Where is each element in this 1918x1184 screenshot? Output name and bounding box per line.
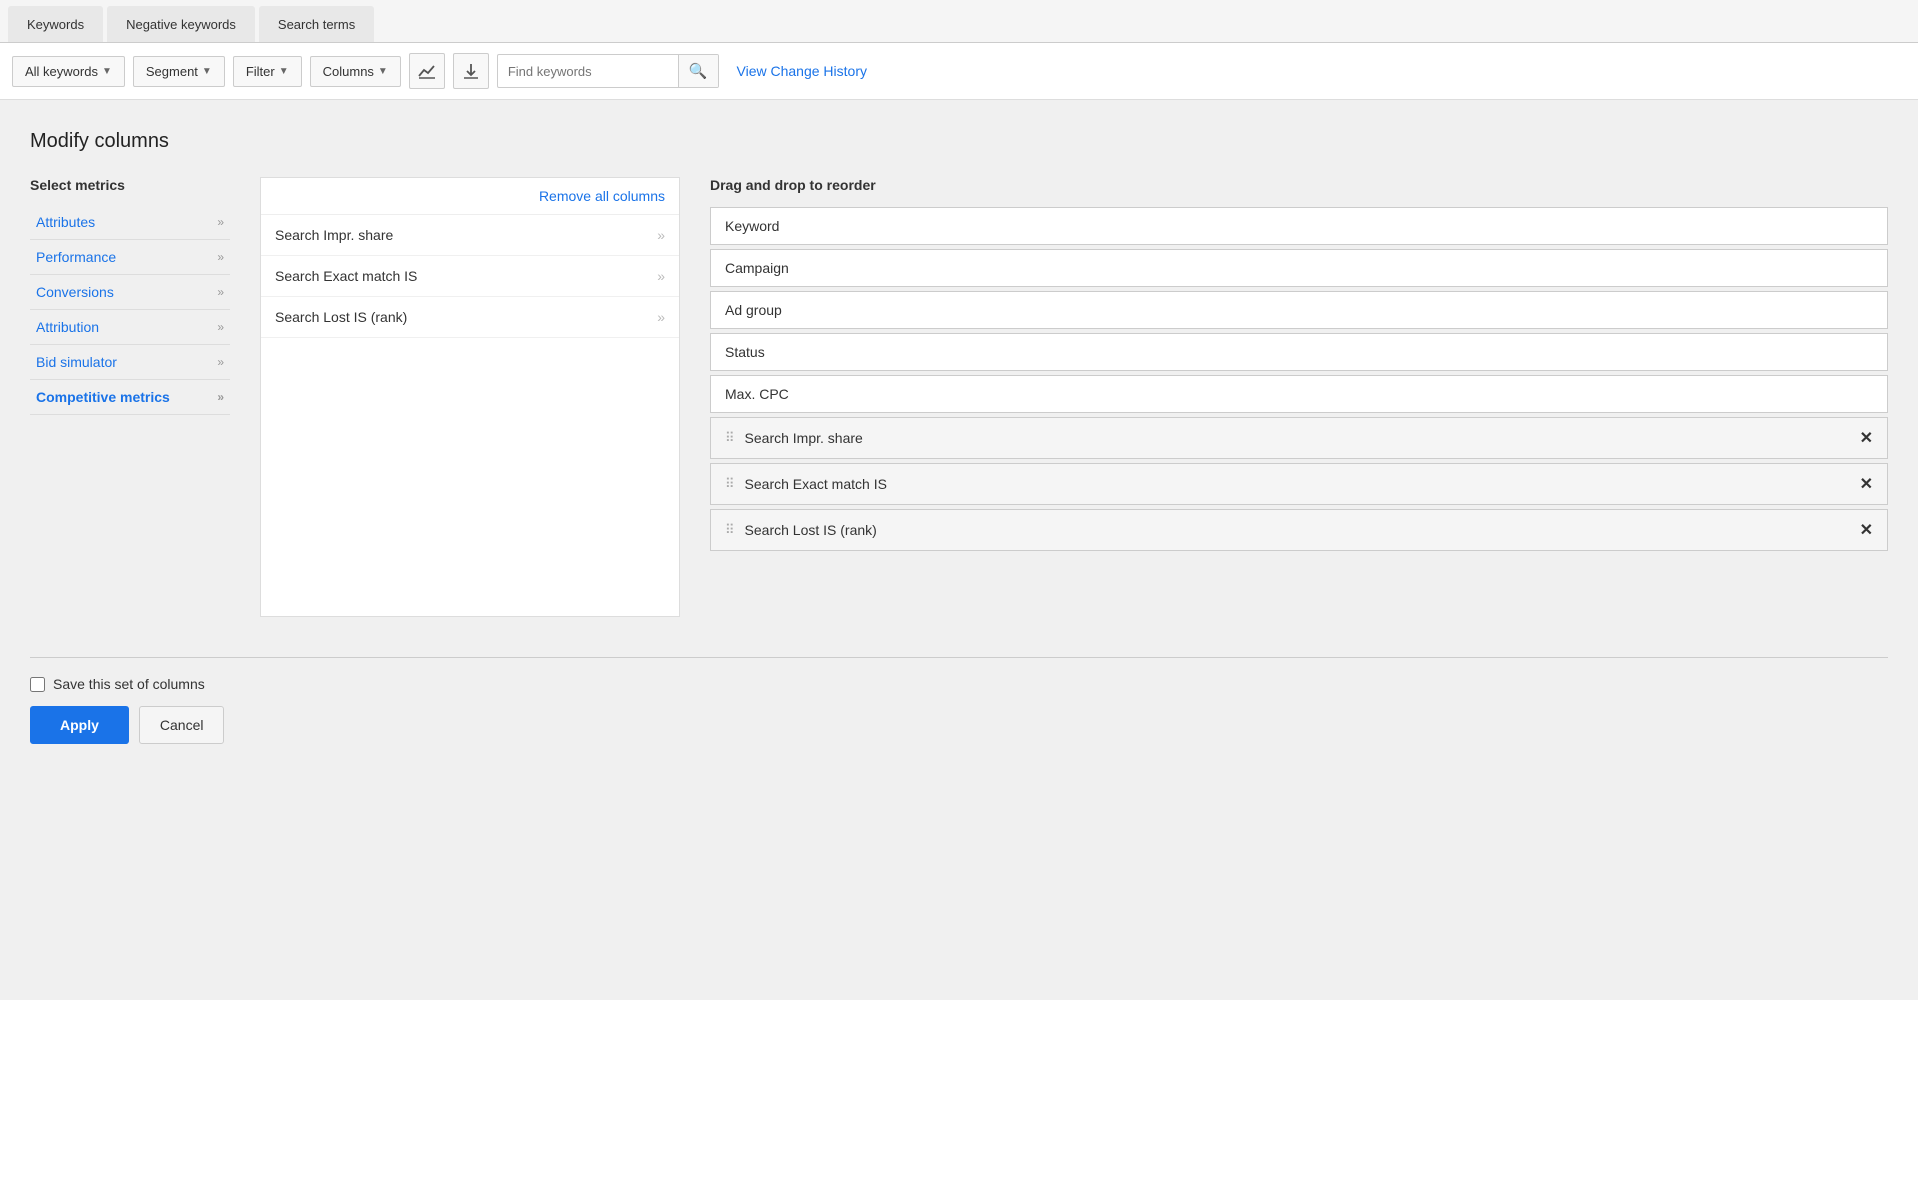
col-item-search-lost-is-rank: Search Lost IS (rank) » xyxy=(261,297,679,338)
main-panel: Modify columns Select metrics Attributes… xyxy=(0,100,1918,1000)
save-columns-label: Save this set of columns xyxy=(53,676,205,692)
add-arrow-icon[interactable]: » xyxy=(657,309,665,325)
reorder-item-search-lost-is-rank[interactable]: ⠿ Search Lost IS (rank) ✕ xyxy=(710,509,1888,551)
search-button[interactable]: 🔍 xyxy=(678,55,718,87)
chevron-right-icon: » xyxy=(217,390,224,404)
save-row: Save this set of columns xyxy=(30,676,1888,692)
reorder-title: Drag and drop to reorder xyxy=(710,177,1888,193)
tabs-bar: Keywords Negative keywords Search terms xyxy=(0,0,1918,43)
columns-button[interactable]: Columns ▼ xyxy=(310,56,401,87)
save-columns-checkbox[interactable] xyxy=(30,677,45,692)
chevron-right-icon: » xyxy=(217,355,224,369)
metric-item-conversions[interactable]: Conversions » xyxy=(30,275,230,310)
col-item-search-exact-match-is: Search Exact match IS » xyxy=(261,256,679,297)
chevron-right-icon: » xyxy=(217,285,224,299)
search-input[interactable] xyxy=(498,57,678,86)
remove-x-icon[interactable]: ✕ xyxy=(1860,428,1873,448)
reorder-item-search-exact-match-is[interactable]: ⠿ Search Exact match IS ✕ xyxy=(710,463,1888,505)
select-metrics-title: Select metrics xyxy=(30,177,230,193)
metric-item-performance[interactable]: Performance » xyxy=(30,240,230,275)
reorder-item-keyword: Keyword xyxy=(710,207,1888,245)
center-panel-header: Remove all columns xyxy=(261,178,679,215)
download-icon-button[interactable] xyxy=(453,53,489,89)
chevron-right-icon: » xyxy=(217,215,224,229)
panel-footer: Save this set of columns Apply Cancel xyxy=(30,657,1888,762)
drag-handle-icon: ⠿ xyxy=(725,476,735,492)
metric-item-attributes[interactable]: Attributes » xyxy=(30,205,230,240)
chevron-right-icon: » xyxy=(217,250,224,264)
apply-button[interactable]: Apply xyxy=(30,706,129,744)
tab-search-terms[interactable]: Search terms xyxy=(259,6,374,42)
metric-item-bid-simulator[interactable]: Bid simulator » xyxy=(30,345,230,380)
filter-button[interactable]: Filter ▼ xyxy=(233,56,302,87)
remove-all-columns-link[interactable]: Remove all columns xyxy=(539,188,665,204)
panel-content: Select metrics Attributes » Performance … xyxy=(30,177,1888,617)
toolbar: All keywords ▼ Segment ▼ Filter ▼ Column… xyxy=(0,43,1918,100)
remove-x-icon[interactable]: ✕ xyxy=(1860,474,1873,494)
chevron-down-icon: ▼ xyxy=(202,66,212,77)
cancel-button[interactable]: Cancel xyxy=(139,706,225,744)
metric-item-attribution[interactable]: Attribution » xyxy=(30,310,230,345)
all-keywords-button[interactable]: All keywords ▼ xyxy=(12,56,125,87)
reorder-item-status: Status xyxy=(710,333,1888,371)
metrics-list: Select metrics Attributes » Performance … xyxy=(30,177,230,415)
chart-icon-button[interactable] xyxy=(409,53,445,89)
add-arrow-icon[interactable]: » xyxy=(657,268,665,284)
segment-button[interactable]: Segment ▼ xyxy=(133,56,225,87)
chevron-down-icon: ▼ xyxy=(102,66,112,77)
search-wrap: 🔍 xyxy=(497,54,719,88)
reorder-panel: Drag and drop to reorder Keyword Campaig… xyxy=(710,177,1888,555)
chevron-down-icon: ▼ xyxy=(279,66,289,77)
add-arrow-icon[interactable]: » xyxy=(657,227,665,243)
drag-handle-icon: ⠿ xyxy=(725,430,735,446)
reorder-item-max-cpc: Max. CPC xyxy=(710,375,1888,413)
modify-columns-title: Modify columns xyxy=(30,130,1888,153)
chevron-right-icon: » xyxy=(217,320,224,334)
reorder-item-search-impr-share[interactable]: ⠿ Search Impr. share ✕ xyxy=(710,417,1888,459)
reorder-item-campaign: Campaign xyxy=(710,249,1888,287)
remove-x-icon[interactable]: ✕ xyxy=(1860,520,1873,540)
drag-handle-icon: ⠿ xyxy=(725,522,735,538)
footer-buttons: Apply Cancel xyxy=(30,706,1888,744)
reorder-item-ad-group: Ad group xyxy=(710,291,1888,329)
view-change-history-link[interactable]: View Change History xyxy=(737,63,867,79)
metric-item-competitive-metrics[interactable]: Competitive metrics » xyxy=(30,380,230,415)
chevron-down-icon: ▼ xyxy=(378,66,388,77)
center-panel: Remove all columns Search Impr. share » … xyxy=(260,177,680,617)
tab-keywords[interactable]: Keywords xyxy=(8,6,103,42)
col-item-search-impr-share: Search Impr. share » xyxy=(261,215,679,256)
tab-negative-keywords[interactable]: Negative keywords xyxy=(107,6,255,42)
